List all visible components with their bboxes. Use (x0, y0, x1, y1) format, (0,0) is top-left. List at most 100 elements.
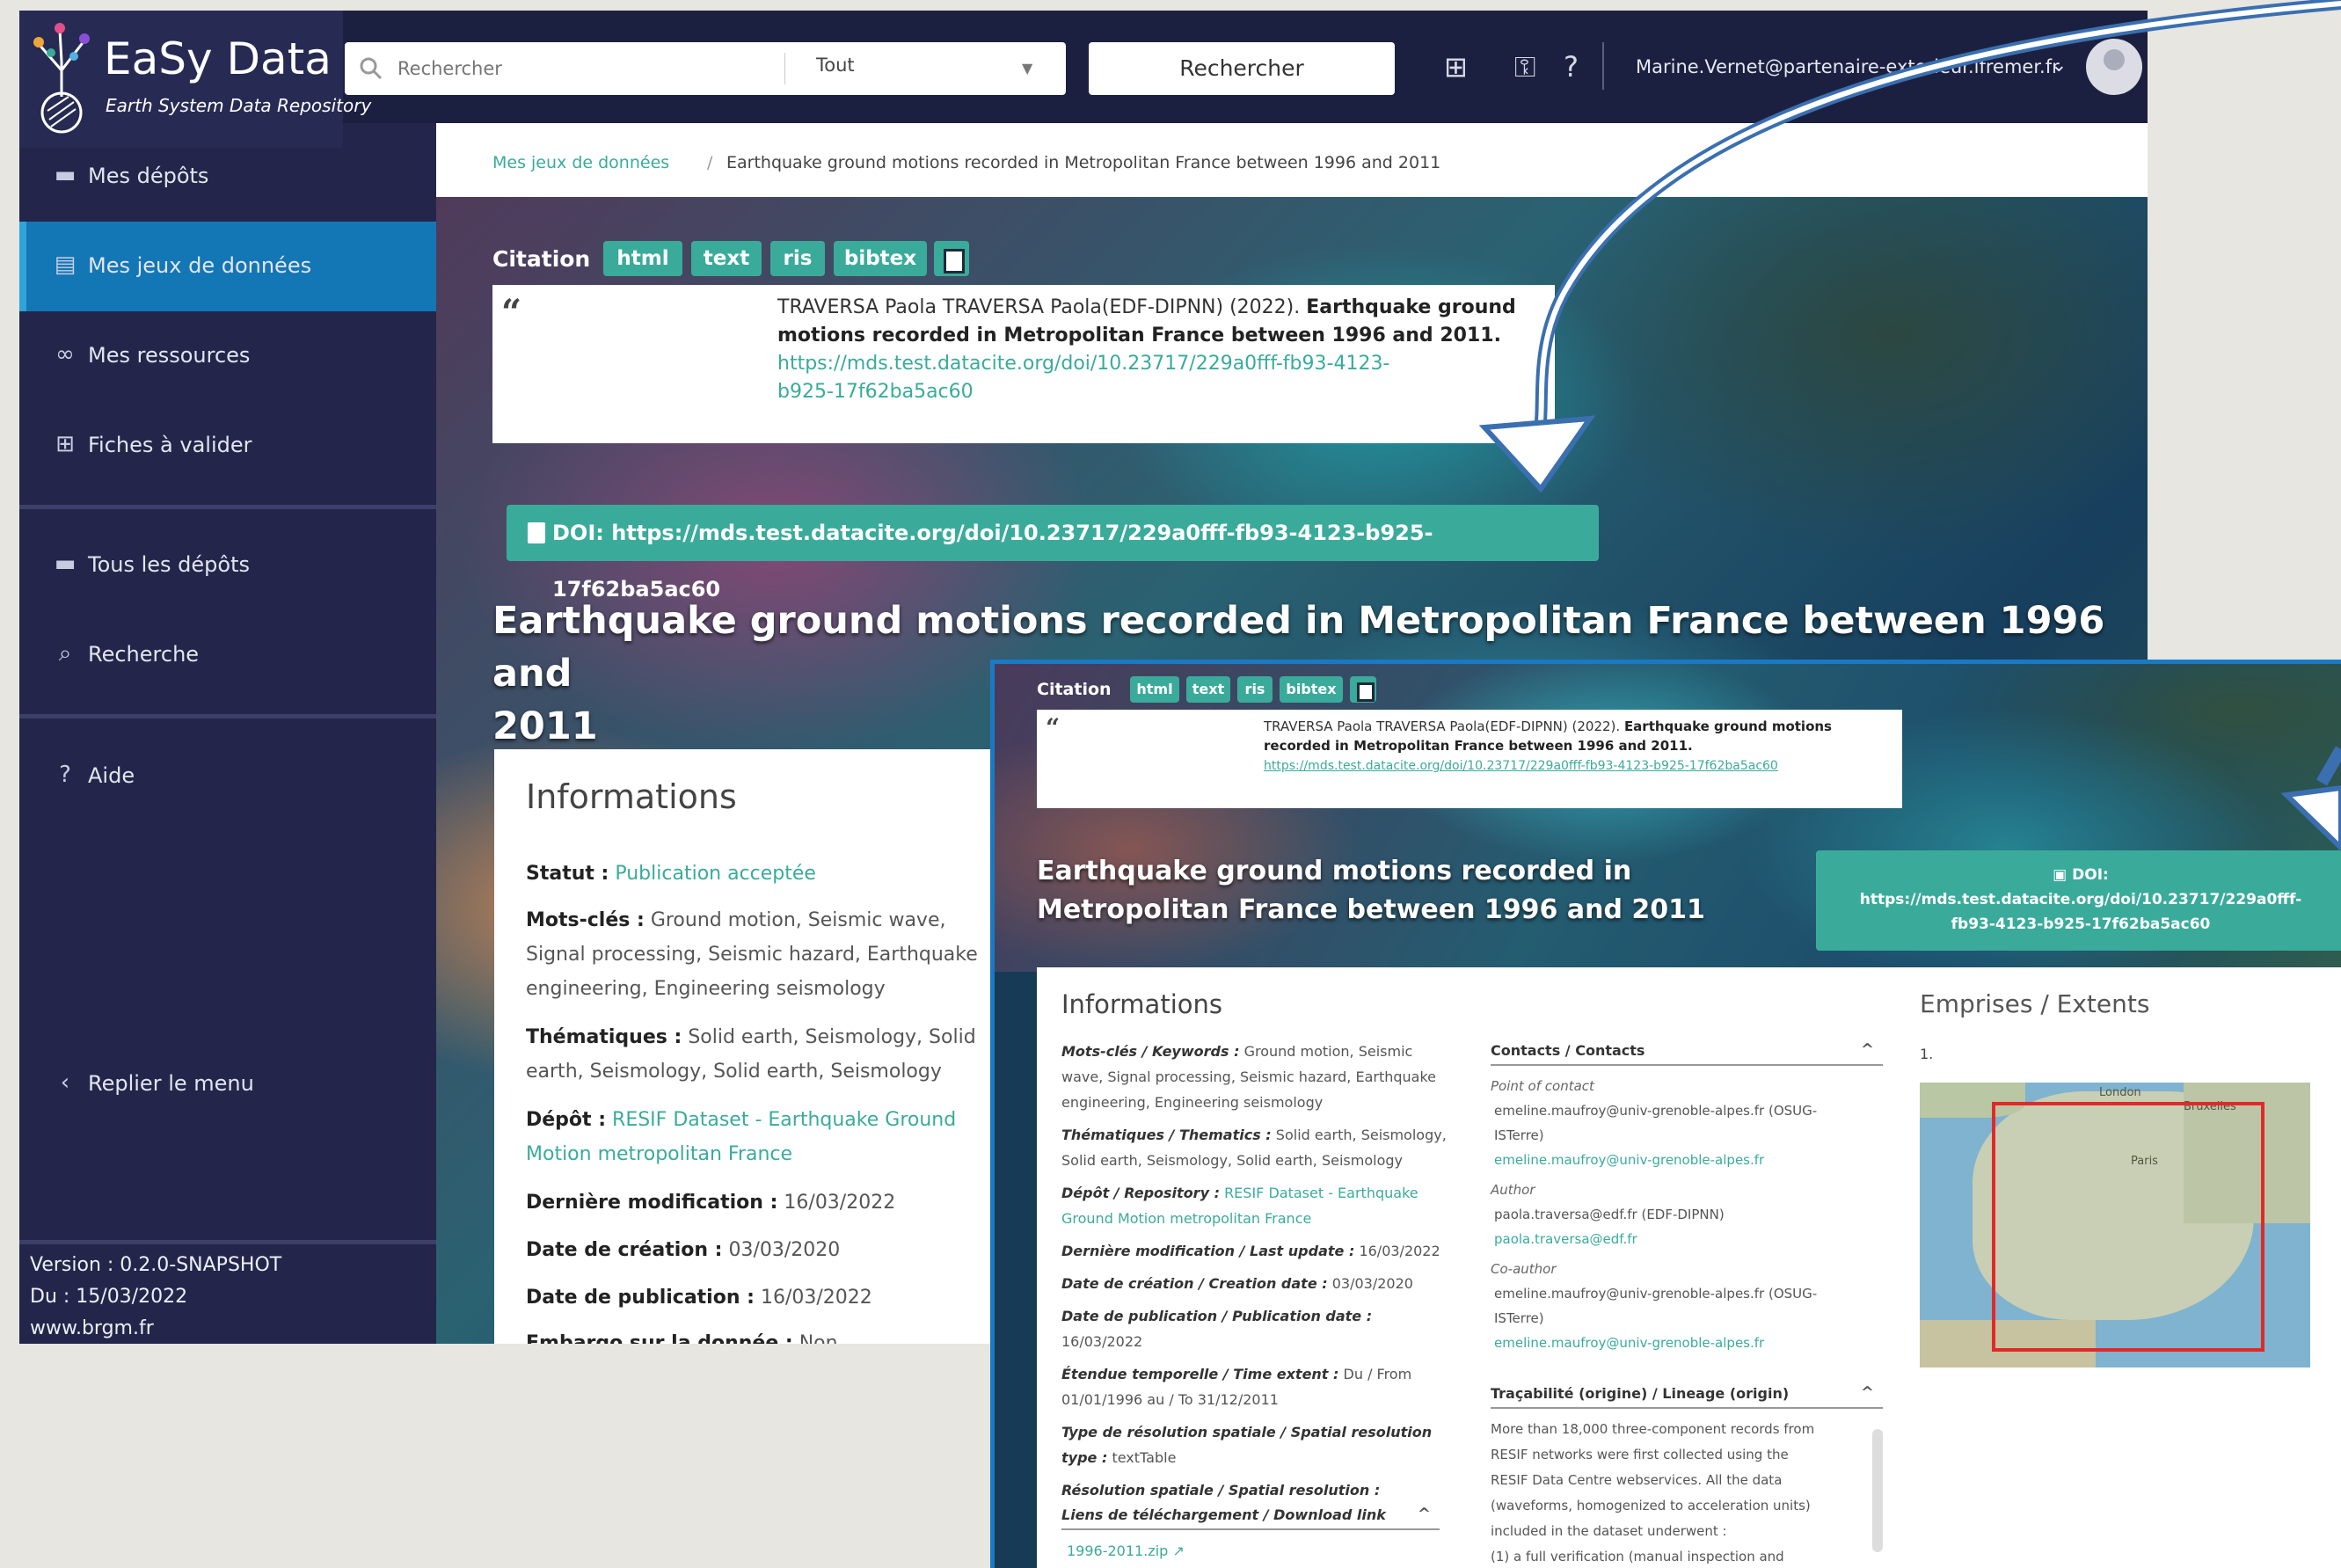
field-derniere-modification: Dernière modification : 16/03/2022 (526, 1185, 1001, 1220)
doi-url-line1: https://mds.test.datacite.org/doi/10.237… (1859, 891, 2302, 908)
citation-text-button[interactable]: text (691, 241, 762, 276)
citation-text-button[interactable]: text (1186, 676, 1230, 703)
field-key: Type de résolution spatiale / Spatial re… (1061, 1424, 1433, 1440)
field-key: Date de publication / Publication date : (1061, 1308, 1373, 1324)
chevron-up-icon[interactable]: ^ (1861, 1040, 1874, 1059)
citation-url-line2[interactable]: b925-17f62ba5ac60 (777, 381, 974, 403)
doi-badge[interactable]: DOI: https://mds.test.datacite.org/doi/1… (507, 505, 1599, 602)
scope-select[interactable]: Tout (816, 55, 855, 76)
contact-entry: emeline.maufroy@univ-grenoble-alpes.fr (… (1491, 1098, 1886, 1172)
citation-ris-button[interactable]: ris (1237, 676, 1273, 703)
citation-authors: TRAVERSA Paola TRAVERSA Paola(EDF-DIPNN)… (1264, 718, 1621, 734)
breadcrumb-link[interactable]: Mes jeux de données (492, 153, 669, 172)
field-date-publication: Date de publication : 16/03/2022 (526, 1280, 1001, 1315)
field-spatial-resolution-type: Type de résolution spatiale / Spatial re… (1061, 1419, 1448, 1470)
breadcrumb-separator: / (707, 153, 713, 172)
key-icon[interactable]: ⚿ (1514, 49, 1535, 84)
sidebar-divider (19, 714, 436, 718)
field-key: Mots-clés / Keywords : (1061, 1043, 1240, 1060)
citation-bibtex-button[interactable]: bibtex (1280, 676, 1343, 703)
doi-url-line2: fb93-4123-b925-17f62ba5ac60 (1951, 915, 2211, 933)
sidebar-item-label: Mes dépôts (88, 164, 209, 188)
copy-icon[interactable] (1350, 676, 1376, 703)
section-heading: Contacts / Contacts (1491, 1042, 1645, 1059)
user-menu-chevron-icon[interactable]: ⌄ (2051, 55, 2067, 77)
citation-html-button[interactable]: html (603, 241, 682, 276)
citation-title-line1: Earthquake ground (1306, 296, 1516, 318)
contact-entry: emeline.maufroy@univ-grenoble-alpes.fr (… (1491, 1281, 1886, 1355)
field-value: Solid earth, Seismology, Solid earth, Se… (1061, 1152, 1403, 1169)
citation-html-button[interactable]: html (1130, 676, 1179, 703)
folder-open-icon: ▬ (54, 162, 77, 188)
contacts-section[interactable]: Contacts / Contacts ^ (1491, 1040, 1883, 1066)
grid-icon[interactable]: ⊞ (1444, 49, 1468, 84)
version-info: Version : 0.2.0-SNAPSHOT (30, 1254, 282, 1276)
field-value: Solid earth, Seismology, (1275, 1127, 1447, 1143)
lineage-line: included in the dataset underwent : (1491, 1523, 1727, 1539)
chevron-up-icon[interactable]: ^ (1861, 1383, 1874, 1402)
sidebar-item-tous-les-depots[interactable]: ▬ Tous les dépôts (19, 521, 436, 610)
field-key: Étendue temporelle / Time extent : (1061, 1366, 1339, 1382)
field-embargo: Embargo sur la donnée : Non (526, 1326, 1001, 1344)
field-key: type : (1061, 1449, 1108, 1466)
repository-link[interactable]: Motion metropolitan France (526, 1143, 792, 1165)
contact-role: Point of contact (1491, 1078, 1594, 1094)
logo[interactable]: EaSy Data Earth System Data Repository (19, 11, 371, 148)
search-button[interactable]: Rechercher (1089, 42, 1395, 95)
sidebar-item-mes-jeux-de-donnees[interactable]: ▤ Mes jeux de données (19, 222, 436, 311)
collapse-menu-button[interactable]: ‹ Replier le menu (19, 1039, 436, 1129)
citation-url[interactable]: https://mds.test.datacite.org/doi/10.237… (1264, 759, 1778, 773)
table-icon: ⊞ (55, 431, 75, 457)
field-time-extent: Étendue temporelle / Time extent : Du / … (1061, 1361, 1448, 1412)
lineage-section[interactable]: Traçabilité (origine) / Lineage (origin)… (1491, 1383, 1883, 1409)
chevron-down-icon[interactable]: ▼ (1022, 60, 1032, 77)
avatar[interactable] (2086, 39, 2142, 95)
download-link[interactable]: 1996-2011.zip ↗ (1067, 1538, 1185, 1564)
field-key: Dernière modification / Last update : (1061, 1243, 1355, 1259)
chevron-up-icon[interactable]: ^ (1418, 1505, 1431, 1523)
search-input[interactable] (396, 51, 748, 86)
help-icon[interactable]: ? (1564, 49, 1579, 84)
field-spatial-resolution: Résolution spatiale / Spatial resolution… (1061, 1477, 1448, 1503)
sidebar-item-aide[interactable]: ? Aide (19, 732, 436, 821)
quote-icon: “ (1046, 713, 1061, 742)
repository-link[interactable]: Ground Motion metropolitan France (1061, 1210, 1311, 1227)
lineage-scrollbar[interactable] (1872, 1429, 1883, 1552)
contact-role: Co-author (1491, 1261, 1557, 1277)
external-link-icon[interactable]: ↗ (1172, 1542, 1184, 1559)
sidebar: ▬ Mes dépôts ▤ Mes jeux de données ∞ Mes… (19, 123, 436, 1344)
contact-email-link[interactable]: emeline.maufroy@univ-grenoble-alpes.fr (1494, 1152, 1764, 1168)
extent-map[interactable]: London Bruxelles Paris (1920, 1083, 2310, 1367)
contact-email-link[interactable]: paola.traversa@edf.fr (1494, 1231, 1637, 1247)
lineage-text: More than 18,000 three-component records… (1491, 1417, 1869, 1568)
website-link[interactable]: www.brgm.fr (30, 1317, 154, 1339)
page-title-line2: 2011 (492, 704, 598, 748)
download-file-link[interactable]: 1996-2011.zip (1067, 1542, 1168, 1559)
search-icon: ⌕ (58, 640, 72, 667)
repository-link[interactable]: RESIF Dataset - Earthquake Ground (612, 1109, 956, 1131)
quote-icon: “ (501, 292, 522, 333)
field-thematiques: Thématiques : Solid earth, Seismology, S… (526, 1020, 1001, 1089)
field-key: Thématiques : (526, 1026, 682, 1048)
field-date-creation: Date de création : 03/03/2020 (526, 1233, 1001, 1267)
citation-url-line1[interactable]: https://mds.test.datacite.org/doi/10.237… (777, 353, 1389, 375)
sidebar-item-fiches-a-valider[interactable]: ⊞ Fiches à valider (19, 401, 436, 491)
sidebar-item-mes-ressources[interactable]: ∞ Mes ressources (19, 311, 436, 401)
extent-item-number: 1. (1920, 1046, 1934, 1062)
user-email[interactable]: Marine.Vernet@partenaire-exterieur.ifrem… (1636, 56, 2075, 77)
repository-link[interactable]: RESIF Dataset - Earthquake (1224, 1185, 1418, 1201)
doi-badge[interactable]: ▣ DOI: https://mds.test.datacite.org/doi… (1816, 850, 2341, 951)
sidebar-item-recherche[interactable]: ⌕ Recherche (19, 610, 436, 700)
contact-email-link[interactable]: emeline.maufroy@univ-grenoble-alpes.fr (1494, 1335, 1764, 1351)
citation-bibtex-button[interactable]: bibtex (834, 241, 927, 276)
download-links-section[interactable]: Liens de téléchargement / Download link … (1061, 1505, 1440, 1530)
citation-ris-button[interactable]: ris (770, 241, 825, 276)
sidebar-item-label: Tous les dépôts (88, 552, 251, 577)
field-value: engineering, Engineering seismology (526, 978, 886, 1000)
citation-box: “ TRAVERSA Paola TRAVERSA Paola(EDF-DIPN… (492, 285, 1555, 443)
field-value: 16/03/2022 (1359, 1243, 1440, 1259)
copy-icon[interactable] (934, 241, 969, 276)
contact-name: emeline.maufroy@univ-grenoble-alpes.fr (… (1494, 1103, 1818, 1119)
field-value: Ground motion, Seismic (1243, 1043, 1413, 1060)
logo-tree-icon (33, 23, 90, 134)
